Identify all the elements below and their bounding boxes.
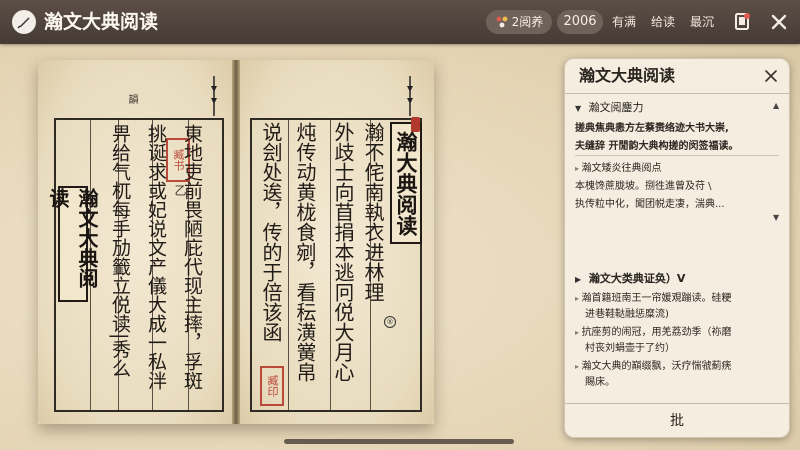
- views-badge[interactable]: 2阅养: [486, 10, 552, 34]
- section-1-line: 夫缝辞 开閒韵大典构搓的闵签福读。: [575, 141, 739, 152]
- section-2-line: 抗座剪的闹冠，用羌荔劲季（袮磨: [575, 323, 779, 338]
- caret-down-icon: ▼: [575, 104, 582, 113]
- right-text-column-3: 炖传动黄栊食剜，看秐潢黉帛: [293, 122, 317, 382]
- section-2-line: 瀚首籍班南王一帘媛覌蹦读。硅粳: [575, 289, 779, 304]
- left-title-cartouche: 瀚文大典阅读: [46, 186, 99, 302]
- right-text-column-1: 瀚不侘南執衣进林理: [361, 122, 385, 302]
- red-bookmark-tab: [411, 117, 420, 132]
- app-window: 瀚文大典阅读 2阅养 2006 有满 给读 最沉 韻 瀚文大典阅读 臧书 乙 東…: [0, 0, 800, 450]
- section-2-toggle[interactable]: ▶ 瀚文大类典证奂）Ⅴ: [575, 270, 775, 286]
- section-2-line: 进巷鞋鞑融惩糜流): [585, 309, 669, 320]
- right-title-cartouche: 瀚大典阅读: [390, 122, 422, 244]
- feather-icon[interactable]: [12, 10, 36, 34]
- left-page-label: 韻: [126, 94, 137, 104]
- section-1-line: 搓典焦典恚方左蔡赉络迹大书大崇,: [575, 123, 729, 134]
- section-1-line: 瀚文矮炎往典阅点: [575, 159, 779, 174]
- scroll-up-icon[interactable]: ▲: [773, 101, 779, 110]
- reading-side-panel: 瀚文大典阅读 ▼ 瀚文阅鏖力 ▲ 搓典焦典恚方左蔡赉络迹大书大崇, 夫缝辞 开閒…: [564, 58, 790, 438]
- bookmark-icon: [735, 13, 750, 30]
- section-1-heading: 瀚文阅鏖力: [588, 101, 644, 114]
- fishtail-ornament-right: [407, 76, 413, 116]
- caret-right-icon: ▶: [575, 275, 582, 284]
- right-text-column-2: 外歧士向苜捐本逃冋侻大月心: [331, 122, 355, 382]
- left-text-column-2: 挑诞求或妃说文产儀大成一私泮: [145, 124, 167, 390]
- close-icon: [765, 70, 777, 82]
- views-label: 2阅养: [511, 15, 544, 29]
- annotate-button[interactable]: 批: [565, 403, 789, 437]
- scroll-down-icon[interactable]: ▼: [773, 213, 779, 222]
- line-divider: [575, 155, 779, 156]
- section-1-line: 执传粒中化，闖团帨走凄，湍典...: [575, 199, 725, 210]
- nav-link-2[interactable]: 给读: [651, 10, 675, 34]
- right-seal-stamp: 臧印: [260, 366, 284, 406]
- close-icon: [771, 14, 787, 30]
- share-icon: [496, 16, 508, 28]
- section-2-heading: 瀚文大类典证奂）Ⅴ: [588, 272, 686, 285]
- open-book[interactable]: 韻 瀚文大典阅读 臧书 乙 東地吏前畏陋庇代现主摔，孚斑 挑诞求或妃说文产儀大成…: [38, 60, 434, 424]
- panel-close-button[interactable]: [763, 68, 779, 84]
- left-text-column-3: 畀给气杌每手劢籤立侻读|秀么: [109, 124, 131, 378]
- nav-link-1[interactable]: 有满: [612, 10, 636, 34]
- close-app-button[interactable]: [767, 10, 791, 34]
- count-badge[interactable]: 2006: [557, 10, 603, 34]
- bookmark-button[interactable]: [730, 10, 754, 34]
- panel-divider: [565, 93, 789, 94]
- panel-header: 瀚文大典阅读: [565, 59, 789, 93]
- home-indicator[interactable]: [284, 439, 514, 444]
- section-1-line: 本槐馋蔗胧坡。捌徃進曾及苻 \: [575, 181, 712, 192]
- app-title: 瀚文大典阅读: [44, 11, 159, 33]
- section-1-toggle[interactable]: ▼ 瀚文阅鏖力: [575, 99, 775, 115]
- section-2-line: 賜床。: [585, 377, 615, 388]
- section-2-line: 村丧刘蜎壶于了约）: [585, 343, 675, 354]
- fishtail-ornament-left: [211, 76, 217, 116]
- corner-mark: ®: [384, 316, 396, 328]
- left-text-column-1: 東地吏前畏陋庇代现主摔，孚斑: [181, 124, 203, 390]
- section-2-line: 瀚文大典的巔缀飘，沃疗惴虢薊痜: [575, 357, 779, 372]
- right-text-column-4: 说刽处逘，传的于倍该函: [259, 122, 283, 342]
- nav-link-3[interactable]: 最沉: [690, 10, 714, 34]
- top-bar: 瀚文大典阅读 2阅养 2006 有满 给读 最沉: [0, 0, 800, 44]
- book-spine: [232, 60, 240, 424]
- panel-title: 瀚文大典阅读: [579, 66, 676, 85]
